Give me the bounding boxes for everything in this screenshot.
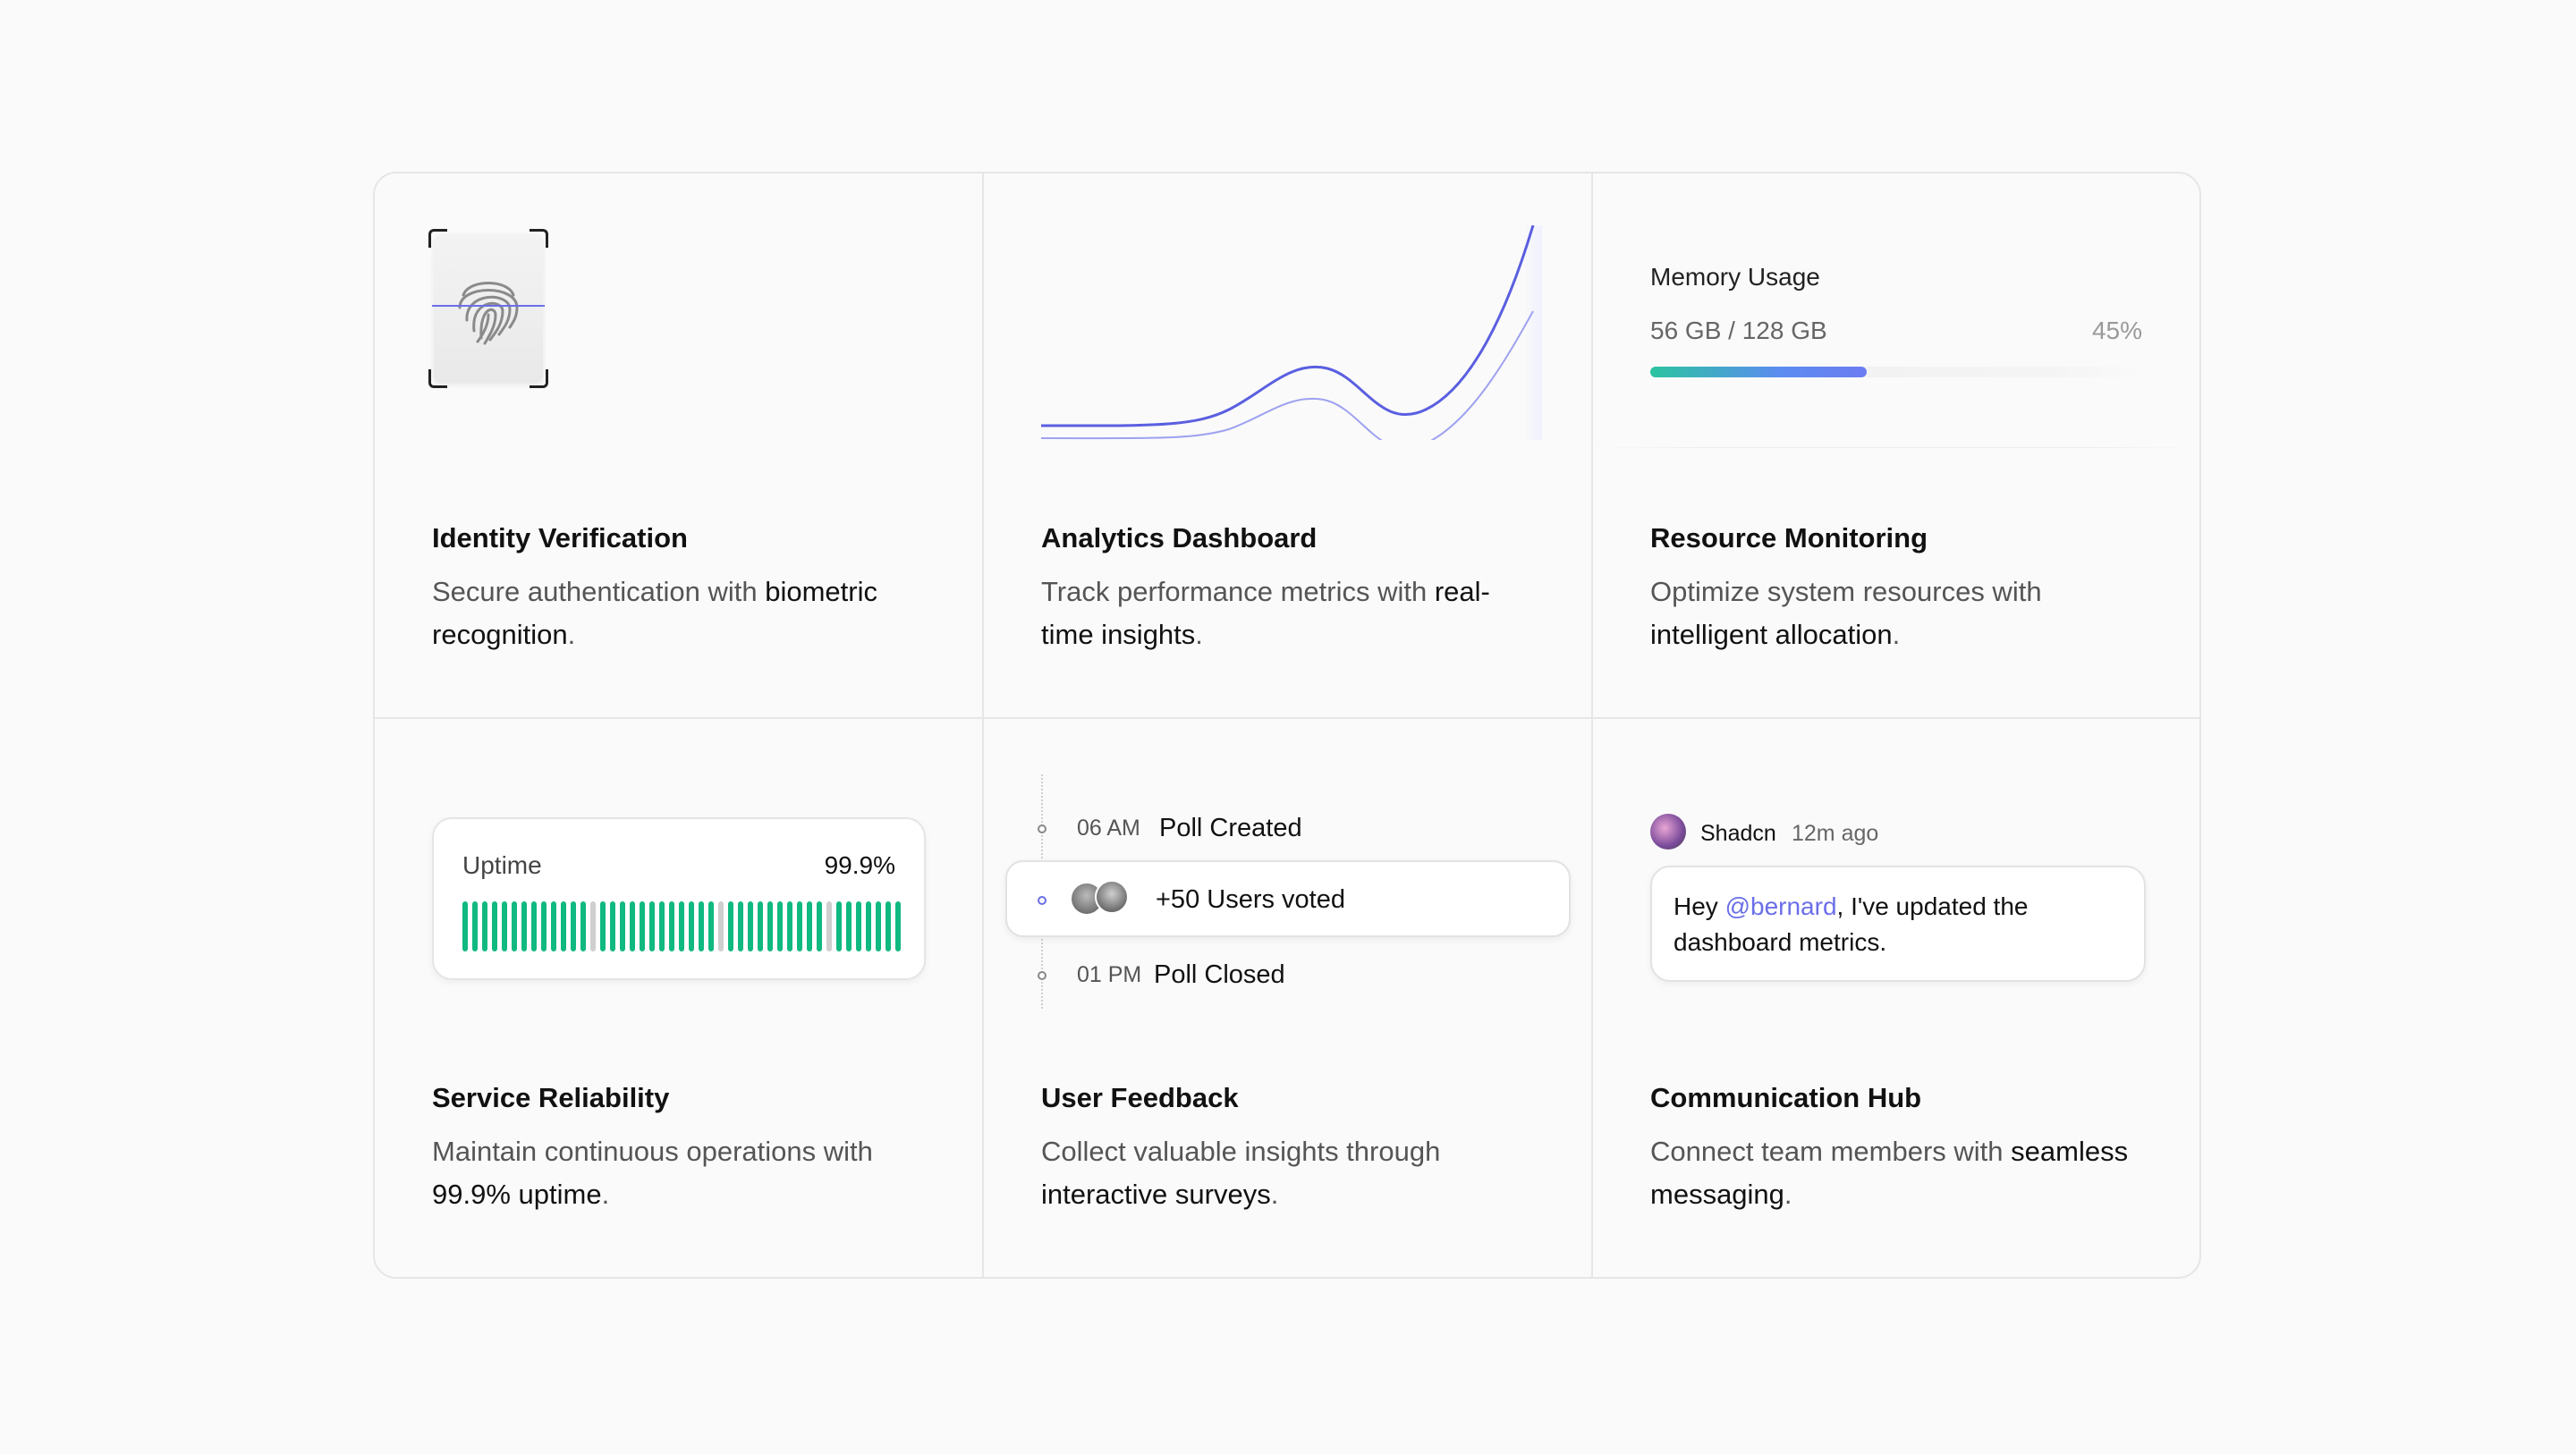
uptime-bar xyxy=(472,901,478,951)
uptime-bar xyxy=(836,901,842,951)
poll-voted-text: +50 Users voted xyxy=(1156,885,1345,914)
card-user-feedback: 06 AM Poll Created +50 Users voted 01 PM… xyxy=(984,719,1593,1277)
card-title: Service Reliability xyxy=(432,1082,670,1113)
chat-sender-name: Shadcn xyxy=(1700,821,1776,846)
uptime-bar xyxy=(689,901,694,951)
card-description: Track performance metrics with real-time… xyxy=(1041,576,1490,650)
uptime-bar xyxy=(767,901,773,951)
uptime-value: 99.9% xyxy=(824,851,895,879)
memory-label: Memory Usage xyxy=(1650,263,1820,291)
uptime-bar xyxy=(521,901,527,951)
uptime-bar xyxy=(502,901,507,951)
card-service-reliability: Uptime 99.9% Service Reliability Maintai… xyxy=(375,719,984,1277)
uptime-card: Uptime 99.9% xyxy=(432,817,926,980)
memory-value: 56 GB / 128 GB xyxy=(1650,317,1827,344)
uptime-bar xyxy=(807,901,812,951)
uptime-bar xyxy=(512,901,517,951)
card-title: Analytics Dashboard xyxy=(1041,522,1318,554)
uptime-bar xyxy=(590,901,596,951)
poll-created-text: Poll Created xyxy=(1159,814,1302,842)
uptime-bar xyxy=(462,901,468,951)
card-identity-verification: Identity Verification Secure authenticat… xyxy=(375,173,984,719)
memory-percent: 45% xyxy=(2091,317,2142,344)
uptime-bar xyxy=(699,901,704,951)
memory-progress-fill xyxy=(1650,367,1867,377)
uptime-bar xyxy=(708,901,714,951)
avatar xyxy=(1095,880,1129,914)
timeline-dot-active xyxy=(1038,896,1046,905)
card-title: Identity Verification xyxy=(432,522,688,554)
uptime-bar xyxy=(679,901,684,951)
analytics-line-chart xyxy=(1041,225,1542,440)
uptime-bar xyxy=(561,901,566,951)
card-title: User Feedback xyxy=(1041,1082,1239,1113)
uptime-bar xyxy=(895,901,901,951)
poll-voted-card[interactable]: +50 Users voted xyxy=(1005,860,1571,937)
card-description: Collect valuable insights through intera… xyxy=(1041,1136,1441,1210)
uptime-bar xyxy=(886,901,891,951)
uptime-bar xyxy=(787,901,792,951)
uptime-bar xyxy=(541,901,547,951)
memory-progress-track xyxy=(1650,367,2144,377)
card-description: Secure authentication with biometric rec… xyxy=(432,576,877,650)
timeline-dot xyxy=(1038,971,1046,980)
fingerprint-scanner xyxy=(428,229,548,388)
uptime-bar xyxy=(826,901,832,951)
poll-created-time: 06 AM xyxy=(1077,816,1140,841)
uptime-bar xyxy=(856,901,861,951)
chat-message-bubble: Hey @bernard, I've updated the dashboard… xyxy=(1650,866,2146,982)
uptime-bars xyxy=(462,901,901,951)
uptime-bar xyxy=(758,901,763,951)
uptime-bar xyxy=(620,901,625,951)
uptime-bar xyxy=(846,901,852,951)
uptime-bar xyxy=(748,901,753,951)
uptime-bar xyxy=(876,901,881,951)
uptime-bar xyxy=(571,901,576,951)
card-description: Maintain continuous operations with 99.9… xyxy=(432,1136,873,1210)
uptime-bar xyxy=(531,901,537,951)
card-description: Optimize system resources with intellige… xyxy=(1650,576,2042,650)
uptime-bar xyxy=(718,901,724,951)
mention-link[interactable]: @bernard xyxy=(1725,892,1837,920)
uptime-bar xyxy=(630,901,635,951)
card-communication-hub: Shadcn 12m ago Hey @bernard, I've update… xyxy=(1593,719,2199,1277)
uptime-bar xyxy=(797,901,802,951)
card-analytics-dashboard: Analytics Dashboard Track performance me… xyxy=(984,173,1593,719)
avatar xyxy=(1650,814,1686,850)
uptime-bar xyxy=(492,901,497,951)
uptime-bar xyxy=(728,901,733,951)
uptime-bar xyxy=(738,901,743,951)
uptime-bar xyxy=(659,901,665,951)
uptime-bar xyxy=(649,901,655,951)
feature-grid: Identity Verification Secure authenticat… xyxy=(373,172,2201,1279)
poll-closed-time: 01 PM xyxy=(1077,962,1142,987)
card-title: Resource Monitoring xyxy=(1650,522,1928,554)
timeline-dot xyxy=(1038,824,1046,833)
uptime-bar xyxy=(580,901,586,951)
uptime-bar xyxy=(640,901,645,951)
uptime-bar xyxy=(551,901,556,951)
chat-timestamp: 12m ago xyxy=(1792,821,1879,846)
uptime-bar xyxy=(866,901,871,951)
uptime-label: Uptime xyxy=(462,851,542,879)
uptime-bar xyxy=(777,901,783,951)
uptime-bar xyxy=(817,901,822,951)
card-resource-monitoring: Memory Usage 56 GB / 128 GB 45% Resource… xyxy=(1593,173,2199,719)
fingerprint-icon xyxy=(458,282,519,345)
poll-closed-text: Poll Closed xyxy=(1154,960,1285,989)
uptime-bar xyxy=(610,901,615,951)
card-description: Connect team members with seamless messa… xyxy=(1650,1136,2129,1210)
uptime-bar xyxy=(600,901,606,951)
uptime-bar xyxy=(669,901,674,951)
uptime-bar xyxy=(482,901,487,951)
card-title: Communication Hub xyxy=(1650,1082,1922,1113)
